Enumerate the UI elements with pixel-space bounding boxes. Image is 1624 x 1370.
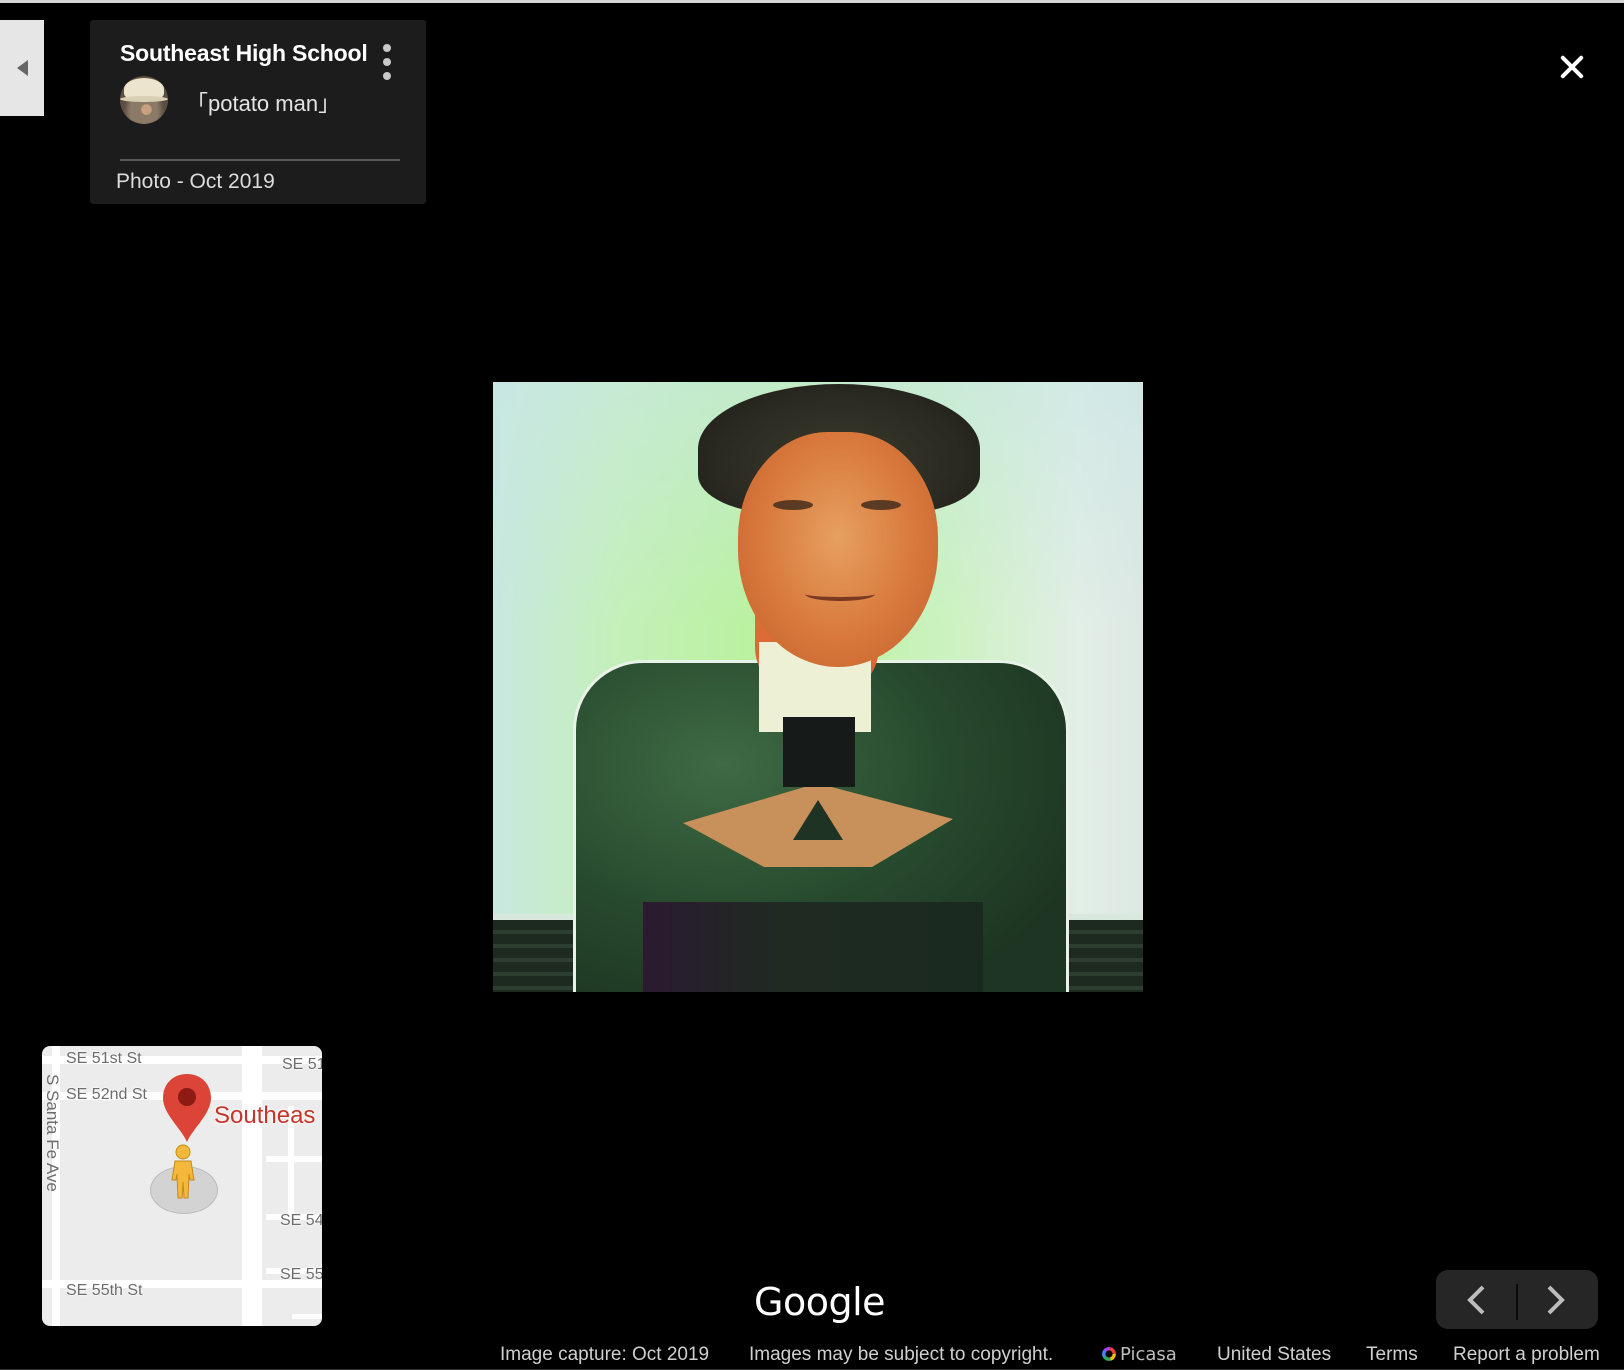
photo-eye-right — [861, 500, 901, 510]
photo-mouth — [805, 587, 875, 601]
footer: Image capture: Oct 2019 Images may be su… — [0, 1344, 1624, 1368]
photo-tie — [783, 717, 855, 787]
copyright-notice: Images may be subject to copyright. — [749, 1344, 1054, 1365]
collapse-panel-button[interactable] — [0, 20, 44, 116]
street-label: SE 55 — [280, 1266, 322, 1283]
place-label: Southeas — [214, 1102, 316, 1129]
place-title[interactable]: Southeast High School — [120, 40, 368, 67]
triangle-left-icon — [16, 60, 28, 76]
street-label: SE 55th St — [66, 1282, 143, 1299]
photo-navigation — [1436, 1270, 1598, 1329]
photo-jacket-lower — [643, 902, 983, 992]
street-label: SE 52nd St — [66, 1086, 147, 1103]
next-photo-button[interactable] — [1518, 1270, 1598, 1329]
pegman-icon — [171, 1144, 195, 1199]
photo-info-card: Southeast High School 「potato man」 Photo… — [90, 20, 426, 204]
map-road — [292, 1314, 322, 1319]
more-vert-icon-dot — [383, 58, 391, 66]
main-photo[interactable] — [493, 382, 1143, 992]
picasa-link[interactable]: Picasa — [1102, 1344, 1177, 1366]
top-border — [0, 0, 1624, 3]
more-vert-icon-dot — [383, 72, 391, 80]
more-options-button[interactable] — [380, 44, 394, 80]
map-pin-icon — [163, 1074, 211, 1142]
avenue-label: S Santa Fe Ave — [43, 1074, 62, 1192]
card-divider — [120, 159, 400, 161]
photo-eye-left — [773, 500, 813, 510]
picasa-label: Picasa — [1120, 1344, 1177, 1365]
street-label: SE 54 — [280, 1212, 322, 1229]
country-label: United States — [1217, 1344, 1332, 1365]
street-label: SE 51st St — [66, 1050, 142, 1067]
map-road — [242, 1046, 262, 1326]
street-label: SE 51 — [282, 1056, 322, 1073]
report-problem-link[interactable]: Report a problem — [1453, 1344, 1600, 1366]
chevron-right-icon — [1547, 1285, 1565, 1315]
previous-photo-button[interactable] — [1436, 1270, 1516, 1329]
photo-face — [738, 432, 938, 667]
google-logo: Google — [754, 1280, 886, 1324]
photo-date: Photo - Oct 2019 — [116, 170, 275, 193]
author-avatar[interactable] — [120, 76, 168, 124]
mini-map[interactable]: SE 51st St SE 52nd St SE 55th St SE 51 S… — [42, 1046, 322, 1326]
map-road — [266, 1156, 322, 1162]
chevron-left-icon — [1467, 1285, 1485, 1315]
terms-link[interactable]: Terms — [1366, 1344, 1418, 1366]
close-icon[interactable] — [1555, 50, 1589, 84]
more-vert-icon-dot — [383, 44, 391, 52]
author-name-link[interactable]: 「potato man」 — [186, 86, 340, 118]
picasa-logo-icon — [1102, 1347, 1116, 1361]
image-capture-date: Image capture: Oct 2019 — [500, 1344, 710, 1365]
